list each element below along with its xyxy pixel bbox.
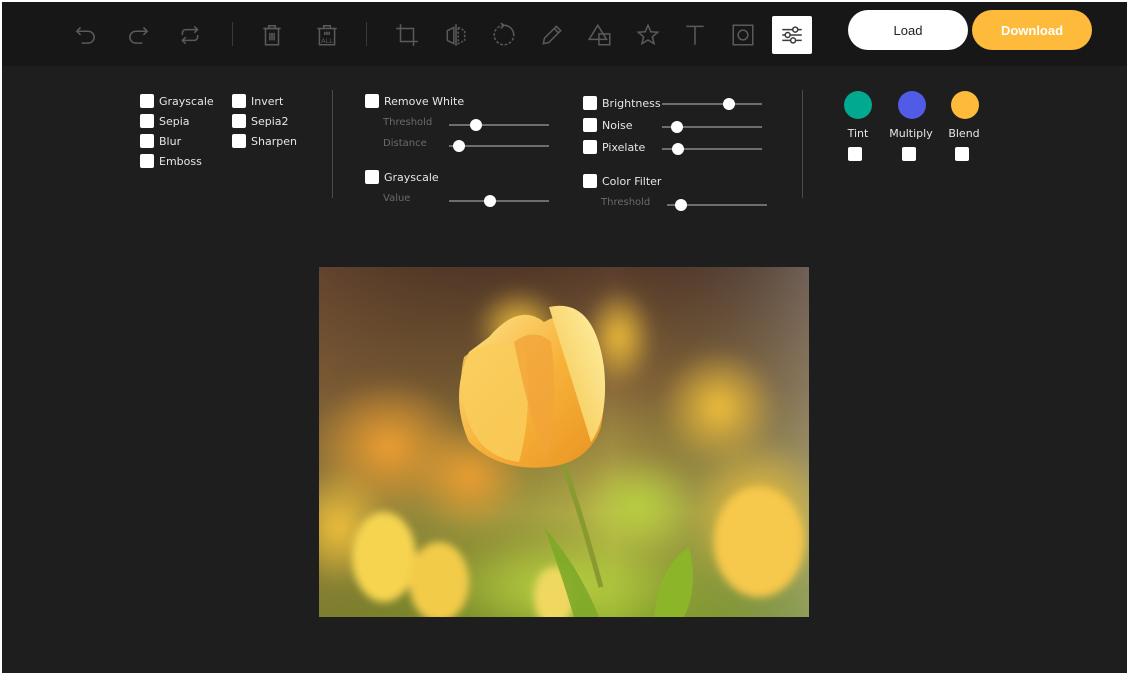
tulip-photo (319, 267, 809, 617)
filter-grayscale[interactable]: Grayscale (140, 94, 214, 108)
color-filter-threshold-slider[interactable] (667, 199, 767, 211)
pixelate-checkbox[interactable] (583, 140, 597, 154)
download-button[interactable]: Download (972, 10, 1092, 50)
delete-icon[interactable] (252, 16, 292, 54)
emboss-checkbox[interactable] (140, 154, 154, 168)
distance-label: Distance (383, 138, 427, 149)
distance-slider[interactable] (449, 140, 549, 152)
filter-label: Sepia2 (251, 114, 289, 128)
filter-label: Brightness (602, 96, 661, 110)
crop-icon[interactable] (387, 16, 427, 54)
filter-color-filter[interactable]: Color Filter (583, 174, 661, 188)
redo-icon[interactable] (118, 16, 158, 54)
invert-checkbox[interactable] (232, 94, 246, 108)
slider-handle[interactable] (672, 143, 684, 155)
filter-sharpen[interactable]: Sharpen (232, 134, 297, 148)
blend-color-swatch[interactable] (951, 91, 979, 119)
filter-brightness[interactable]: Brightness (583, 96, 661, 110)
pixelate-slider[interactable] (662, 143, 762, 155)
remove-white-checkbox[interactable] (365, 94, 379, 108)
filter-remove-white[interactable]: Remove White (365, 94, 464, 108)
image-canvas[interactable] (319, 267, 809, 617)
filter-label: Color Filter (602, 174, 662, 188)
toolbar-divider (232, 22, 233, 46)
brightness-slider[interactable] (662, 98, 762, 110)
blend-checkbox[interactable] (955, 147, 969, 161)
filter-invert[interactable]: Invert (232, 94, 283, 108)
multiply-label: Multiply (889, 127, 933, 140)
slider-handle[interactable] (484, 195, 496, 207)
panel-divider (802, 90, 803, 198)
filter-label: Pixelate (602, 140, 646, 154)
tint-label: Tint (847, 127, 869, 140)
filter-label: Sharpen (251, 134, 297, 148)
load-button[interactable]: Load (848, 10, 968, 50)
text-icon[interactable] (675, 16, 715, 54)
filter-icon[interactable] (772, 16, 812, 54)
filter-pixelate[interactable]: Pixelate (583, 140, 645, 154)
toolbar-divider (366, 22, 367, 46)
value-label: Value (383, 193, 411, 204)
tint-checkbox[interactable] (848, 147, 862, 161)
grayscale-value-checkbox[interactable] (365, 170, 379, 184)
slider-handle[interactable] (675, 199, 687, 211)
tint-color-swatch[interactable] (844, 91, 872, 119)
filter-label: Blur (159, 134, 182, 148)
filter-emboss[interactable]: Emboss (140, 154, 202, 168)
panel-divider (332, 90, 333, 198)
filter-blur[interactable]: Blur (140, 134, 181, 148)
slider-handle[interactable] (671, 121, 683, 133)
filter-label: Grayscale (384, 170, 439, 184)
filter-label: Grayscale (159, 94, 214, 108)
filter-label: Noise (602, 118, 633, 132)
filter-label: Invert (251, 94, 284, 108)
grayscale-value-slider[interactable] (449, 195, 549, 207)
threshold-label: Threshold (601, 197, 651, 208)
sepia-checkbox[interactable] (140, 114, 154, 128)
filter-label: Sepia (159, 114, 190, 128)
slider-handle[interactable] (723, 98, 735, 110)
star-icon[interactable] (628, 16, 668, 54)
filter-noise[interactable]: Noise (583, 118, 633, 132)
flip-icon[interactable] (436, 16, 476, 54)
blur-checkbox[interactable] (140, 134, 154, 148)
filter-label: Remove White (384, 94, 465, 108)
sepia2-checkbox[interactable] (232, 114, 246, 128)
multiply-checkbox[interactable] (902, 147, 916, 161)
toolbar: ALL Load Download (2, 2, 1127, 66)
slider-handle[interactable] (470, 119, 482, 131)
mask-icon[interactable] (723, 16, 763, 54)
filter-grayscale-value[interactable]: Grayscale (365, 170, 439, 184)
rotate-icon[interactable] (484, 16, 524, 54)
grayscale-checkbox[interactable] (140, 94, 154, 108)
undo-icon[interactable] (66, 16, 106, 54)
filter-sepia2[interactable]: Sepia2 (232, 114, 289, 128)
multiply-color-swatch[interactable] (898, 91, 926, 119)
delete-all-icon[interactable]: ALL (307, 16, 347, 54)
noise-slider[interactable] (662, 121, 762, 133)
color-filter-checkbox[interactable] (583, 174, 597, 188)
threshold-slider[interactable] (449, 119, 549, 131)
filter-sepia[interactable]: Sepia (140, 114, 190, 128)
reset-icon[interactable] (170, 16, 210, 54)
noise-checkbox[interactable] (583, 118, 597, 132)
blend-label: Blend (948, 127, 980, 140)
image-editor: ALL Load Download Grayscale Sepia Blur E… (2, 2, 1127, 673)
delete-all-label: ALL (321, 37, 333, 45)
filter-label: Emboss (159, 154, 202, 168)
brightness-checkbox[interactable] (583, 96, 597, 110)
shape-icon[interactable] (580, 16, 620, 54)
sharpen-checkbox[interactable] (232, 134, 246, 148)
threshold-label: Threshold (383, 117, 433, 128)
slider-handle[interactable] (453, 140, 465, 152)
draw-icon[interactable] (532, 16, 572, 54)
